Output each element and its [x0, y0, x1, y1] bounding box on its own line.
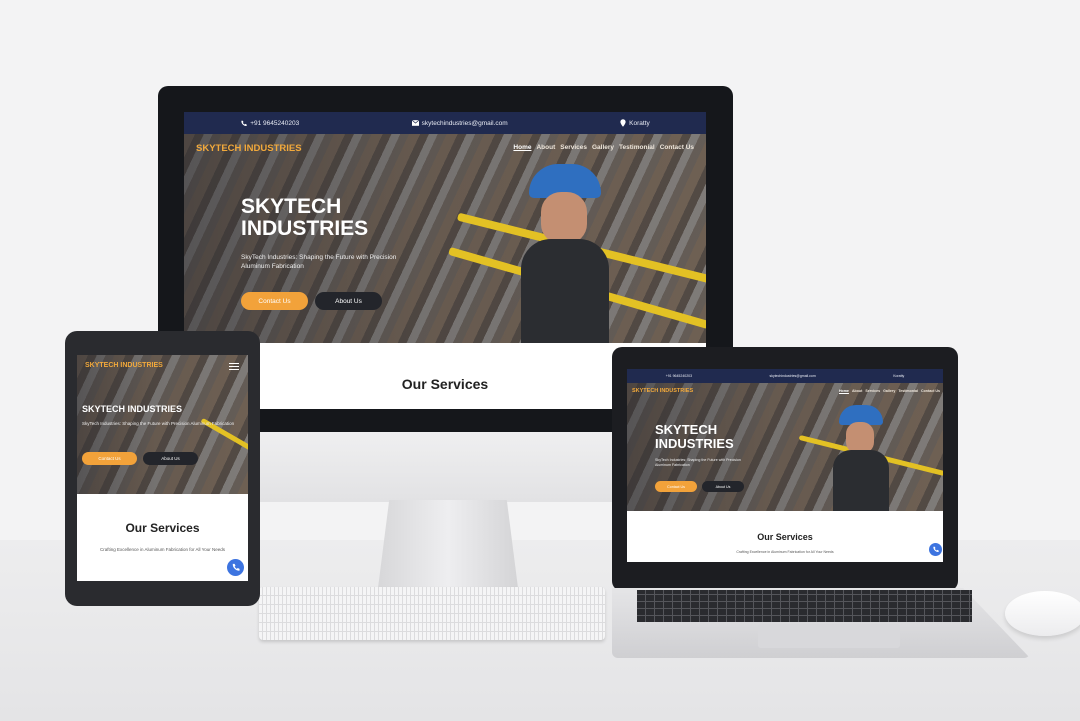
laptop-keyboard[interactable] — [637, 590, 972, 622]
contact-us-button[interactable]: Contact Us — [241, 292, 308, 310]
tablet-contact-us-button[interactable]: Contact Us — [82, 452, 137, 465]
mouse[interactable] — [1005, 591, 1080, 636]
topbar-location[interactable]: Koratty — [620, 119, 650, 127]
contact-topbar: +91 9645240203 skytechindustries@gmail.c… — [184, 112, 706, 134]
laptop-nav-home[interactable]: Home — [839, 389, 849, 393]
laptop-topbar-location[interactable]: Koratty — [893, 374, 904, 378]
laptop-hero-title: SKYTECH INDUSTRIES — [655, 422, 734, 451]
keyboard[interactable] — [259, 587, 605, 640]
tablet-hero-title: SKYTECH INDUSTRIES — [82, 404, 183, 414]
tablet-services-tagline: Crafting Excellence in Aluminum Fabricat… — [99, 547, 226, 552]
laptop-brand-logo[interactable]: SKYTECH INDUSTRIES — [632, 388, 693, 394]
phone-call-fab-icon[interactable] — [227, 559, 244, 576]
nav-gallery[interactable]: Gallery — [592, 144, 614, 151]
laptop-trackpad[interactable] — [758, 624, 900, 648]
topbar-email[interactable]: skytechindustries@gmail.com — [411, 120, 508, 127]
tablet-about-us-button[interactable]: About Us — [143, 452, 198, 465]
laptop-hero-banner: SKYTECH INDUSTRIES Home About Services G… — [627, 383, 943, 511]
nav-testimonial[interactable]: Testimonial — [619, 144, 655, 151]
laptop-contact-us-button[interactable]: Contact Us — [655, 481, 697, 492]
laptop-site: +91 9645240203 skytechindustries@gmail.c… — [627, 369, 943, 562]
hero-subtitle: SkyTech Industries: Shaping the Future w… — [241, 254, 397, 270]
nav-about[interactable]: About — [536, 144, 555, 151]
hero-title: SKYTECH INDUSTRIES — [241, 195, 369, 241]
nav-contact[interactable]: Contact Us — [660, 144, 694, 151]
nav-home[interactable]: Home — [513, 144, 531, 151]
location-pin-icon — [620, 119, 626, 127]
laptop-phone-call-fab-icon[interactable] — [929, 543, 942, 556]
tablet-services-heading: Our Services — [125, 521, 200, 535]
laptop-services-heading: Our Services — [757, 532, 813, 542]
monitor-stand — [378, 500, 518, 588]
phone-icon — [241, 120, 247, 126]
laptop-nav-services[interactable]: Services — [865, 389, 880, 393]
laptop-nav-testimonial[interactable]: Testimonial — [898, 389, 918, 393]
nav-services[interactable]: Services — [560, 144, 587, 151]
hamburger-menu-icon[interactable] — [229, 363, 239, 370]
laptop-nav-gallery[interactable]: Gallery — [883, 389, 895, 393]
laptop-topbar-phone[interactable]: +91 9645240203 — [666, 374, 692, 378]
tablet-hero-subtitle: SkyTech Industries: Shaping the Future w… — [82, 421, 235, 426]
about-us-button[interactable]: About Us — [315, 292, 382, 310]
laptop-contact-topbar: +91 9645240203 skytechindustries@gmail.c… — [627, 369, 943, 383]
main-nav: Home About Services Gallery Testimonial … — [513, 144, 694, 151]
tablet-site: SKYTECH INDUSTRIES SKYTECH INDUSTRIES Sk… — [77, 355, 248, 581]
tablet-brand-logo[interactable]: SKYTECH INDUSTRIES — [85, 362, 163, 369]
laptop-nav-about[interactable]: About — [852, 389, 862, 393]
laptop-services-tagline: Crafting Excellence in Aluminum Fabricat… — [736, 550, 834, 554]
hero-banner: SKYTECH INDUSTRIES Home About Services G… — [184, 134, 706, 343]
laptop-main-nav: Home About Services Gallery Testimonial … — [839, 389, 940, 393]
laptop-nav-contact[interactable]: Contact Us — [921, 389, 940, 393]
mail-icon — [411, 120, 419, 126]
topbar-phone[interactable]: +91 9645240203 — [240, 120, 299, 127]
laptop-about-us-button[interactable]: About Us — [702, 481, 744, 492]
tablet-hero-banner: SKYTECH INDUSTRIES SKYTECH INDUSTRIES Sk… — [77, 355, 248, 494]
laptop-topbar-email[interactable]: skytechindustries@gmail.com — [769, 374, 815, 378]
laptop-hero-subtitle: SkyTech Industries: Shaping the Future w… — [655, 458, 741, 467]
brand-logo[interactable]: SKYTECH INDUSTRIES — [196, 143, 302, 154]
